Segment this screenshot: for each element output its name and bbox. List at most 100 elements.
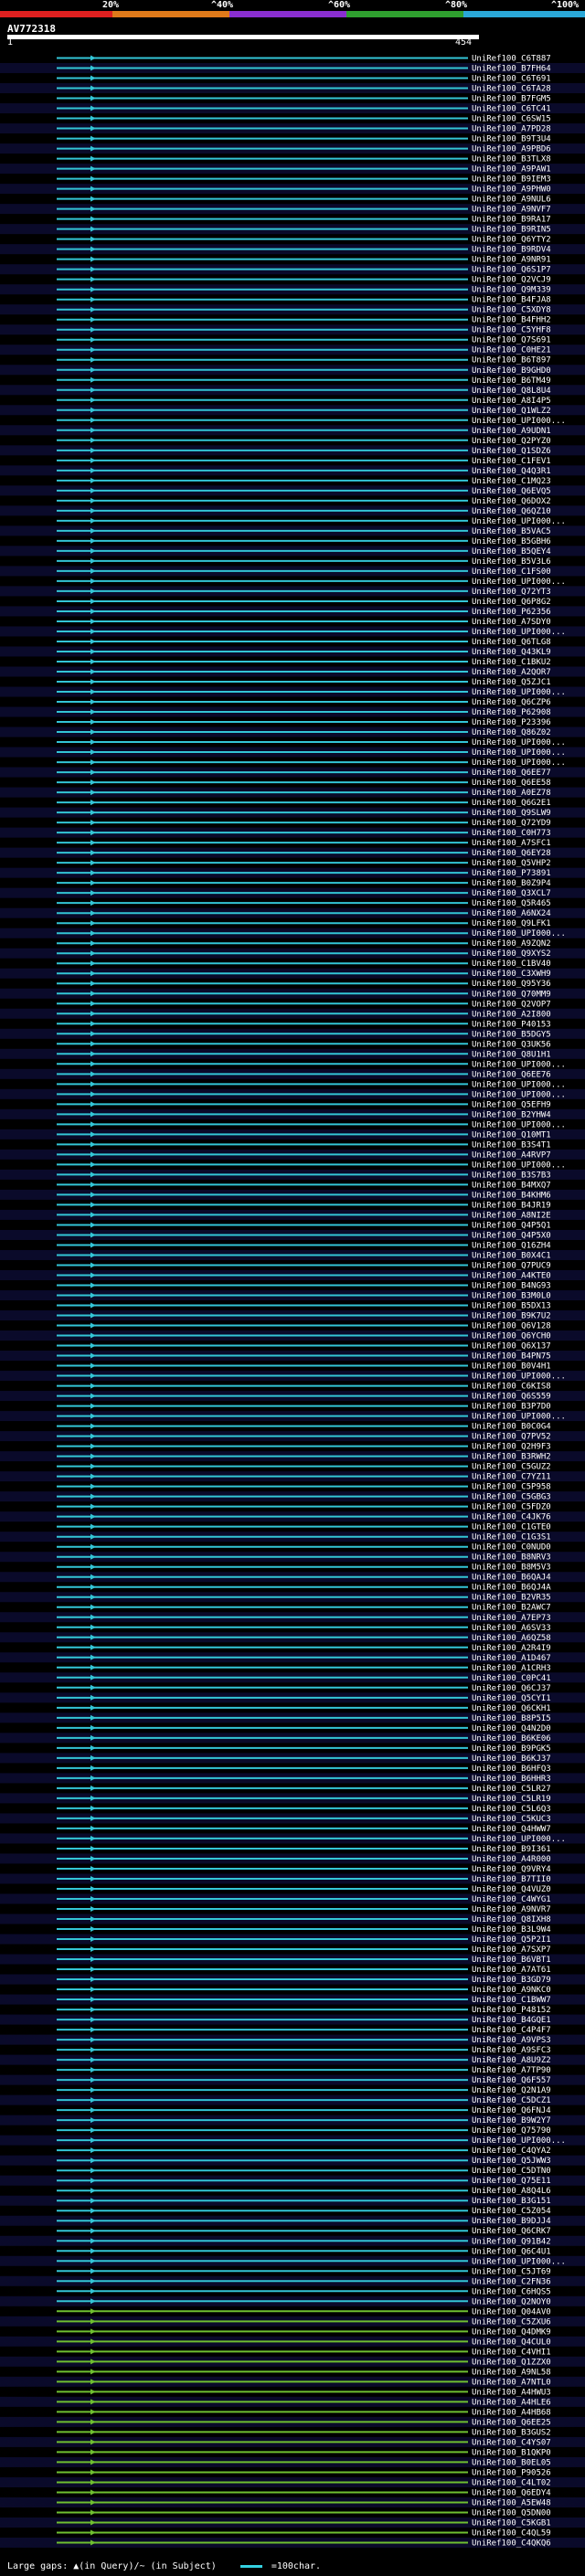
hit-label[interactable]: UniRef100_UPI000... xyxy=(472,1090,566,1099)
hit-label[interactable]: UniRef100_B3M0L0 xyxy=(472,1291,551,1300)
hit-label[interactable]: UniRef100_B8P5I5 xyxy=(472,1714,551,1723)
hit-label[interactable]: UniRef100_UPI000... xyxy=(472,748,566,758)
hit-label[interactable]: UniRef100_P62356 xyxy=(472,608,551,617)
hit-label[interactable]: UniRef100_A8U9Z2 xyxy=(472,2056,551,2065)
hit-label[interactable]: UniRef100_Q8U1H1 xyxy=(472,1050,551,1059)
hit-label[interactable]: UniRef100_C4P4F7 xyxy=(472,2026,551,2035)
hit-label[interactable]: UniRef100_C5FDZ0 xyxy=(472,1503,551,1512)
hit-label[interactable]: UniRef100_Q3UK56 xyxy=(472,1040,551,1049)
hit-label[interactable]: UniRef100_B9RIN5 xyxy=(472,226,551,235)
hit-label[interactable]: UniRef100_Q8L8U4 xyxy=(472,387,551,396)
hit-label[interactable]: UniRef100_C4WYG1 xyxy=(472,1895,551,1904)
hit-label[interactable]: UniRef100_UPI000... xyxy=(472,758,566,768)
hit-label[interactable]: UniRef100_B3GUS2 xyxy=(472,2428,551,2437)
hit-label[interactable]: UniRef100_Q6EE58 xyxy=(472,779,551,788)
hit-label[interactable]: UniRef100_C6T691 xyxy=(472,75,551,84)
hit-label[interactable]: UniRef100_B4KHM6 xyxy=(472,1191,551,1200)
hit-label[interactable]: UniRef100_A9NKC0 xyxy=(472,1986,551,1995)
hit-label[interactable]: UniRef100_A9NVF7 xyxy=(472,206,551,215)
hit-label[interactable]: UniRef100_B6HHR3 xyxy=(472,1775,551,1784)
hit-label[interactable]: UniRef100_Q2H9F3 xyxy=(472,1443,551,1452)
hit-label[interactable]: UniRef100_UPI000... xyxy=(472,1161,566,1170)
hit-label[interactable]: UniRef100_A9PAW1 xyxy=(472,165,551,175)
hit-label[interactable]: UniRef100_Q6X137 xyxy=(472,1342,551,1352)
hit-label[interactable]: UniRef100_Q9SLW9 xyxy=(472,809,551,818)
hit-label[interactable]: UniRef100_Q86Z02 xyxy=(472,728,551,737)
hit-label[interactable]: UniRef100_Q04AV0 xyxy=(472,2307,551,2316)
hit-label[interactable]: UniRef100_A9NL58 xyxy=(472,2368,551,2377)
hit-label[interactable]: UniRef100_UPI000... xyxy=(472,1835,566,1844)
hit-label[interactable]: UniRef100_B5DGY5 xyxy=(472,1030,551,1039)
hit-label[interactable]: UniRef100_A1CRH3 xyxy=(472,1664,551,1673)
hit-label[interactable]: UniRef100_P90526 xyxy=(472,2468,551,2477)
hit-label[interactable]: UniRef100_A2I800 xyxy=(472,1010,551,1019)
hit-label[interactable]: UniRef100_Q1WLZ2 xyxy=(472,407,551,416)
hit-label[interactable]: UniRef100_Q6CKH1 xyxy=(472,1704,551,1713)
hit-label[interactable]: UniRef100_B5GBH6 xyxy=(472,537,551,546)
hit-label[interactable]: UniRef100_B9RA17 xyxy=(472,216,551,225)
hit-label[interactable]: UniRef100_C6SW15 xyxy=(472,115,551,124)
hit-label[interactable]: UniRef100_C5KGB1 xyxy=(472,2518,551,2528)
hit-label[interactable]: UniRef100_UPI000... xyxy=(472,1080,566,1089)
hit-label[interactable]: UniRef100_C0PC41 xyxy=(472,1674,551,1683)
hit-label[interactable]: UniRef100_Q6FNJ4 xyxy=(472,2106,551,2115)
hit-label[interactable]: UniRef100_Q6QZ10 xyxy=(472,507,551,516)
hit-label[interactable]: UniRef100_C6TC41 xyxy=(472,105,551,114)
hit-label[interactable]: UniRef100_B1QKP0 xyxy=(472,2448,551,2457)
hit-label[interactable]: UniRef100_C5JT69 xyxy=(472,2267,551,2276)
hit-label[interactable]: UniRef100_C4LT02 xyxy=(472,2478,551,2487)
hit-label[interactable]: UniRef100_A4HLE6 xyxy=(472,2398,551,2407)
hit-label[interactable]: UniRef100_C6KIS8 xyxy=(472,1383,551,1392)
hit-label[interactable]: UniRef100_A9NUL6 xyxy=(472,196,551,205)
hit-label[interactable]: UniRef100_Q72YT3 xyxy=(472,588,551,597)
hit-label[interactable]: UniRef100_B0X4C1 xyxy=(472,1251,551,1260)
hit-label[interactable]: UniRef100_A9PBD6 xyxy=(472,145,551,154)
hit-label[interactable]: UniRef100_B5V3L6 xyxy=(472,557,551,567)
hit-label[interactable]: UniRef100_C5LR19 xyxy=(472,1795,551,1804)
hit-label[interactable]: UniRef100_A7TP90 xyxy=(472,2066,551,2075)
hit-label[interactable]: UniRef100_B9I361 xyxy=(472,1845,551,1854)
hit-label[interactable]: UniRef100_UPI000... xyxy=(472,738,566,747)
hit-label[interactable]: UniRef100_C5DTN0 xyxy=(472,2167,551,2176)
hit-label[interactable]: UniRef100_B6T897 xyxy=(472,356,551,366)
hit-label[interactable]: UniRef100_C3XWH9 xyxy=(472,970,551,979)
hit-label[interactable]: UniRef100_Q2NOY0 xyxy=(472,2297,551,2306)
hit-label[interactable]: UniRef100_A7SDY0 xyxy=(472,618,551,627)
hit-label[interactable]: UniRef100_C0HE21 xyxy=(472,346,551,355)
hit-label[interactable]: UniRef100_UPI000... xyxy=(472,1373,566,1382)
hit-label[interactable]: UniRef100_B4MXQ7 xyxy=(472,1181,551,1190)
hit-label[interactable]: UniRef100_C1GTE0 xyxy=(472,1523,551,1532)
hit-label[interactable]: UniRef100_A8NI2E xyxy=(472,1211,551,1220)
hit-label[interactable]: UniRef100_C0H773 xyxy=(472,829,551,838)
hit-label[interactable]: UniRef100_B5QEY4 xyxy=(472,547,551,557)
hit-label[interactable]: UniRef100_B9T3U4 xyxy=(472,135,551,144)
hit-label[interactable]: UniRef100_Q6TLG8 xyxy=(472,638,551,647)
hit-label[interactable]: UniRef100_A4R000 xyxy=(472,1855,551,1864)
hit-label[interactable]: UniRef100_C5KUC3 xyxy=(472,1815,551,1824)
hit-label[interactable]: UniRef100_A2QOR7 xyxy=(472,668,551,677)
hit-label[interactable]: UniRef100_Q6F557 xyxy=(472,2076,551,2085)
hit-label[interactable]: UniRef100_A4HB68 xyxy=(472,2408,551,2417)
hit-label[interactable]: UniRef100_B0C0G4 xyxy=(472,1423,551,1432)
hit-label[interactable]: UniRef100_Q75E11 xyxy=(472,2177,551,2186)
hit-label[interactable]: UniRef100_A7EP73 xyxy=(472,1614,551,1623)
hit-label[interactable]: UniRef100_A5EW48 xyxy=(472,2498,551,2507)
hit-label[interactable]: UniRef100_Q5ZJC1 xyxy=(472,678,551,687)
hit-label[interactable]: UniRef100_B3GD79 xyxy=(472,1976,551,1985)
hit-label[interactable]: UniRef100_Q1ZZX0 xyxy=(472,2358,551,2367)
hit-label[interactable]: UniRef100_P73891 xyxy=(472,869,551,878)
hit-label[interactable]: UniRef100_Q7S691 xyxy=(472,336,551,345)
hit-label[interactable]: UniRef100_C6T887 xyxy=(472,55,551,64)
hit-label[interactable]: UniRef100_Q6YTY2 xyxy=(472,236,551,245)
hit-label[interactable]: UniRef100_B7FGM5 xyxy=(472,95,551,104)
hit-label[interactable]: UniRef100_Q7PUC9 xyxy=(472,1261,551,1270)
hit-label[interactable]: UniRef100_Q4P5X0 xyxy=(472,1231,551,1240)
hit-label[interactable]: UniRef100_B4JR19 xyxy=(472,1201,551,1210)
hit-label[interactable]: UniRef100_A9VPS3 xyxy=(472,2036,551,2045)
hit-label[interactable]: UniRef100_A8I4P5 xyxy=(472,397,551,406)
hit-label[interactable]: UniRef100_Q9VRY4 xyxy=(472,1865,551,1874)
hit-label[interactable]: UniRef100_C5P958 xyxy=(472,1483,551,1492)
hit-label[interactable]: UniRef100_Q16ZH4 xyxy=(472,1241,551,1250)
hit-label[interactable]: UniRef100_B0EL05 xyxy=(472,2458,551,2467)
hit-label[interactable]: UniRef100_A9SFC3 xyxy=(472,2046,551,2055)
